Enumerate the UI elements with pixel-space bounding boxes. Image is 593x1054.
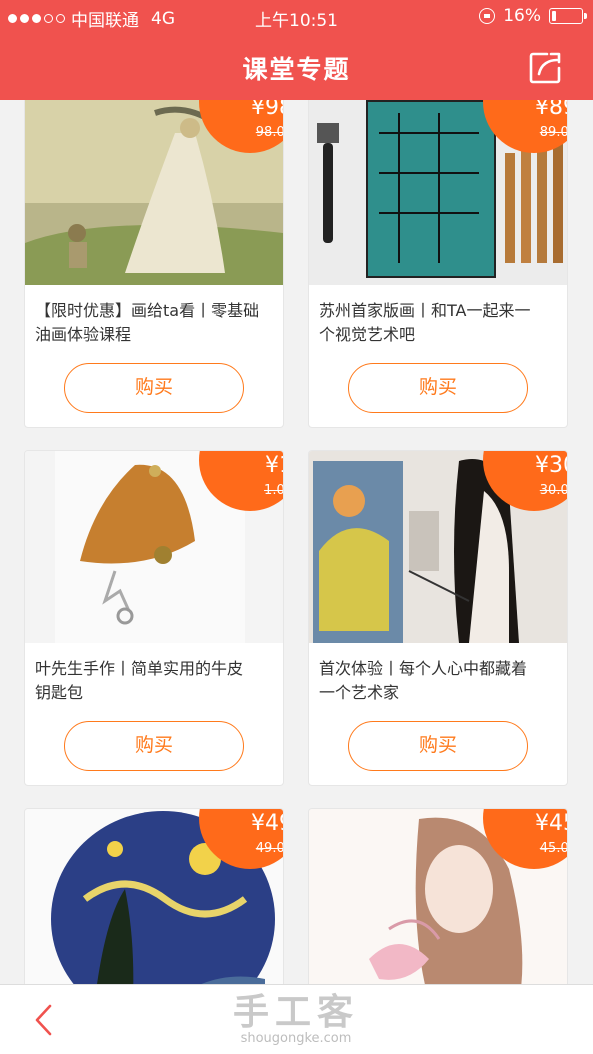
price-current: ¥45 xyxy=(535,811,567,836)
product-title-line: 钥匙包 xyxy=(35,683,84,702)
product-title[interactable]: 【限时优惠】画给ta看丨零基础 油画体验课程 xyxy=(25,285,283,361)
battery-percent: 16% xyxy=(503,6,541,26)
product-title[interactable]: 叶先生手作丨简单实用的牛皮 钥匙包 xyxy=(25,643,283,719)
price-original: 49.00 xyxy=(255,841,283,856)
buy-button[interactable]: 购买 xyxy=(348,363,528,413)
product-card[interactable]: ¥45 45.00 xyxy=(308,808,568,984)
product-title[interactable]: 首次体验丨每个人心中都藏着 一个艺术家 xyxy=(309,643,567,719)
price-original: 45.00 xyxy=(539,841,567,856)
product-title-line: 叶先生手作丨简单实用的牛皮 xyxy=(35,659,244,678)
price-current: ¥1 xyxy=(265,453,283,478)
status-right: 16% xyxy=(479,6,587,26)
price-current: ¥98 xyxy=(251,100,283,120)
product-image[interactable]: ¥89 89.00 xyxy=(309,100,567,285)
back-arrow-icon[interactable] xyxy=(32,1003,54,1037)
product-image[interactable]: ¥30 30.00 xyxy=(309,451,567,643)
share-icon[interactable] xyxy=(525,48,565,88)
price-original: 30.00 xyxy=(539,483,567,498)
price-current: ¥89 xyxy=(535,100,567,120)
product-card[interactable]: ¥49 49.00 xyxy=(24,808,284,984)
product-image[interactable]: ¥49 49.00 xyxy=(25,809,283,984)
product-title-line: 油画体验课程 xyxy=(35,325,132,344)
price-original: 89.00 xyxy=(539,125,567,140)
product-card[interactable]: ¥98 98.00 【限时优惠】画给ta看丨零基础 油画体验课程 购买 xyxy=(24,100,284,428)
nav-bar: 课堂专题 xyxy=(0,34,593,100)
product-title-line: 首次体验丨每个人心中都藏着 xyxy=(319,659,528,678)
product-title-line: 【限时优惠】画给ta看丨零基础 xyxy=(35,301,260,320)
product-image[interactable]: ¥45 45.00 xyxy=(309,809,567,984)
product-card[interactable]: ¥89 89.00 苏州首家版画丨和TA一起来一 个视觉艺术吧 购买 xyxy=(308,100,568,428)
page-title: 课堂专题 xyxy=(242,55,351,84)
product-image[interactable]: ¥1 1.00 xyxy=(25,451,283,643)
price-original: 98.00 xyxy=(255,125,283,140)
buy-button[interactable]: 购买 xyxy=(64,721,244,771)
product-title[interactable]: 苏州首家版画丨和TA一起来一 个视觉艺术吧 xyxy=(309,285,567,361)
price-current: ¥49 xyxy=(251,811,283,836)
buy-button[interactable]: 购买 xyxy=(64,363,244,413)
site-logo: 手工客 shougongke.com xyxy=(226,983,366,1046)
bottom-toolbar: 手工客 shougongke.com xyxy=(0,984,593,1054)
logo-domain: shougongke.com xyxy=(240,1031,352,1046)
product-image[interactable]: ¥98 98.00 xyxy=(25,100,283,285)
product-title-line: 一个艺术家 xyxy=(319,683,400,702)
product-list[interactable]: ¥98 98.00 【限时优惠】画给ta看丨零基础 油画体验课程 购买 xyxy=(0,100,593,984)
price-original: 1.00 xyxy=(264,483,283,498)
battery-icon xyxy=(549,8,587,24)
orientation-lock-icon xyxy=(479,8,496,24)
product-card[interactable]: ¥30 30.00 首次体验丨每个人心中都藏着 一个艺术家 购买 xyxy=(308,450,568,786)
product-title-line: 个视觉艺术吧 xyxy=(319,325,416,344)
logo-text: 手工客 xyxy=(232,992,359,1033)
buy-button[interactable]: 购买 xyxy=(348,721,528,771)
product-card[interactable]: ¥1 1.00 叶先生手作丨简单实用的牛皮 钥匙包 购买 xyxy=(24,450,284,786)
price-current: ¥30 xyxy=(535,453,567,478)
product-title-line: 苏州首家版画丨和TA一起来一 xyxy=(319,301,531,320)
status-bar: 中国联通 4G 上午10:51 16% xyxy=(0,0,593,34)
